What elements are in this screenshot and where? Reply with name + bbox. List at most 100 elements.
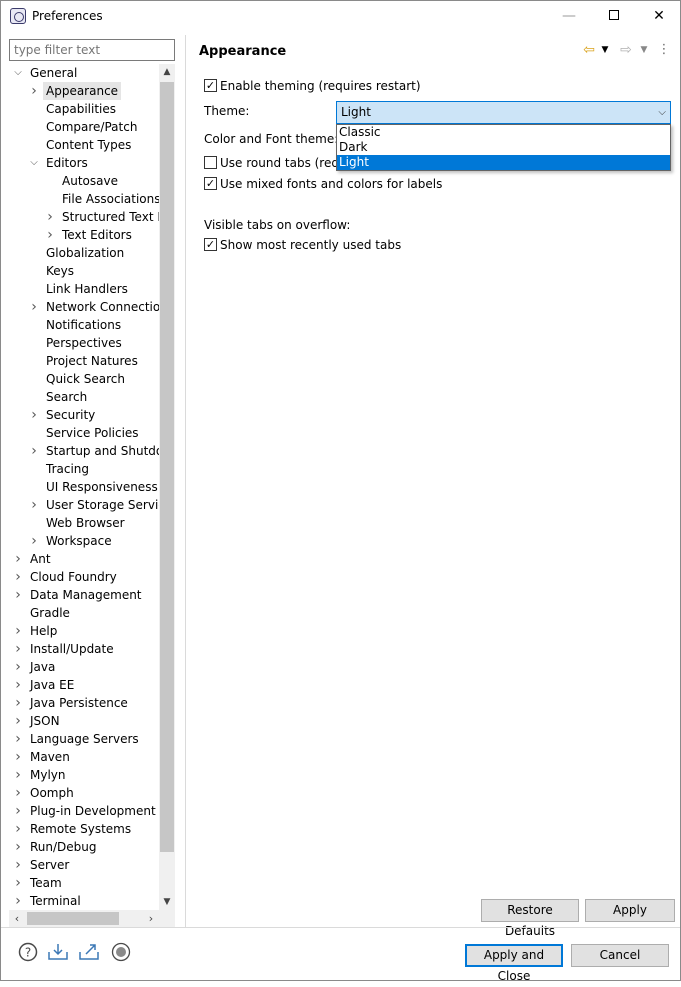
tree-item-appearance[interactable]: › Appearance [9,82,159,100]
help-icon[interactable]: ? [17,942,39,964]
chevron-right-icon[interactable]: › [13,766,23,784]
chevron-right-icon[interactable]: › [13,640,23,658]
chevron-right-icon[interactable]: › [13,712,23,730]
tree-item-json[interactable]: › JSON [9,712,159,730]
tree-item-link-handlers[interactable]: Link Handlers [9,280,159,298]
tree-item-security[interactable]: › Security [9,406,159,424]
chevron-right-icon[interactable]: › [13,550,23,568]
tree-item-java[interactable]: › Java [9,658,159,676]
theme-option-light[interactable]: Light [337,155,670,170]
tree-item-capabilities[interactable]: Capabilities [9,100,159,118]
chevron-down-icon[interactable]: ⌵ [13,64,23,82]
chevron-right-icon[interactable]: › [13,676,23,694]
chevron-right-icon[interactable]: › [13,856,23,874]
scroll-down-icon[interactable]: ▼ [159,894,175,910]
tree-item-server[interactable]: › Server [9,856,159,874]
tree-item-perspectives[interactable]: Perspectives [9,334,159,352]
chevron-right-icon[interactable]: › [29,82,39,100]
scroll-up-icon[interactable]: ▲ [159,64,175,80]
tree-item-compare-patch[interactable]: Compare/Patch [9,118,159,136]
chevron-right-icon[interactable]: › [29,442,39,460]
export-icon[interactable] [78,942,100,964]
scroll-left-icon[interactable]: ‹ [9,910,25,927]
apply-and-close-button[interactable]: Apply and Close [465,944,563,983]
tree-item-structured-text-ec[interactable]: › Structured Text Ec [9,208,159,226]
tree-item-help[interactable]: › Help [9,622,159,640]
chevron-down-icon[interactable]: ⌵ [29,154,39,172]
filter-input[interactable] [9,39,175,61]
chevron-right-icon[interactable]: › [13,730,23,748]
chevron-right-icon[interactable]: › [13,568,23,586]
tree-item-search[interactable]: Search [9,388,159,406]
chevron-right-icon[interactable]: › [29,406,39,424]
tree-item-language-servers[interactable]: › Language Servers [9,730,159,748]
forward-menu-chevron-icon[interactable]: ▼ [639,41,649,59]
back-menu-chevron-icon[interactable]: ▼ [600,41,610,59]
tree-item-globalization[interactable]: Globalization [9,244,159,262]
forward-arrow-icon[interactable]: ⇨ [617,41,635,59]
tree-item-startup-and-shutdow[interactable]: › Startup and Shutdow [9,442,159,460]
import-icon[interactable] [47,942,69,964]
tree-item-gradle[interactable]: Gradle [9,604,159,622]
chevron-right-icon[interactable]: › [13,892,23,910]
scroll-right-icon[interactable]: › [143,910,159,927]
tree-item-tracing[interactable]: Tracing [9,460,159,478]
tree-item-content-types[interactable]: Content Types [9,136,159,154]
tree-item-remote-systems[interactable]: › Remote Systems [9,820,159,838]
view-menu-icon[interactable]: ⋮ [657,41,671,59]
chevron-right-icon[interactable]: › [13,820,23,838]
chevron-right-icon[interactable]: › [29,298,39,316]
tree-item-file-associations[interactable]: File Associations [9,190,159,208]
chevron-right-icon[interactable]: › [45,208,55,226]
chevron-down-icon[interactable]: ⌵ [658,102,666,123]
tree-item-ant[interactable]: › Ant [9,550,159,568]
tree-item-install-update[interactable]: › Install/Update [9,640,159,658]
tree-item-service-policies[interactable]: Service Policies [9,424,159,442]
chevron-right-icon[interactable]: › [13,784,23,802]
chevron-right-icon[interactable]: › [13,874,23,892]
close-button[interactable]: ✕ [636,1,681,31]
tree-item-maven[interactable]: › Maven [9,748,159,766]
chevron-right-icon[interactable]: › [29,496,39,514]
tree-item-web-browser[interactable]: Web Browser [9,514,159,532]
back-arrow-icon[interactable]: ⇦ [580,41,598,59]
maximize-button[interactable] [591,1,637,31]
tree-item-team[interactable]: › Team [9,874,159,892]
tree-item-java-ee[interactable]: › Java EE [9,676,159,694]
tree-item-user-storage-service[interactable]: › User Storage Service [9,496,159,514]
tree-vertical-scrollbar[interactable]: ▲ ▼ [159,64,175,910]
chevron-right-icon[interactable]: › [13,838,23,856]
tree-item-terminal[interactable]: › Terminal [9,892,159,910]
chevron-right-icon[interactable]: › [13,586,23,604]
tree-item-mylyn[interactable]: › Mylyn [9,766,159,784]
tree-item-project-natures[interactable]: Project Natures [9,352,159,370]
tree-item-general[interactable]: ⌵ General [9,64,159,82]
tree-item-editors[interactable]: ⌵ Editors [9,154,159,172]
tree-item-plug-in-development[interactable]: › Plug-in Development [9,802,159,820]
theme-combo[interactable]: Light ⌵ [336,101,671,124]
scroll-thumb[interactable] [160,82,174,852]
minimize-button[interactable]: — [546,1,592,31]
theme-option-dark[interactable]: Dark [337,140,670,155]
checkbox-checked-icon[interactable]: ✓ [204,238,217,251]
tree-item-keys[interactable]: Keys [9,262,159,280]
chevron-right-icon[interactable]: › [13,748,23,766]
chevron-right-icon[interactable]: › [45,226,55,244]
tree-horizontal-scrollbar[interactable]: ‹ › [9,910,159,927]
checkbox-checked-icon[interactable]: ✓ [204,177,217,190]
tree-item-text-editors[interactable]: › Text Editors [9,226,159,244]
restore-defaults-button[interactable]: Restore Defaults [481,899,579,938]
tree-item-network-connection[interactable]: › Network Connection: [9,298,159,316]
tree-item-run-debug[interactable]: › Run/Debug [9,838,159,856]
cancel-button[interactable]: Cancel [571,944,669,967]
hscroll-thumb[interactable] [27,912,119,925]
tree-item-quick-search[interactable]: Quick Search [9,370,159,388]
tree-item-java-persistence[interactable]: › Java Persistence [9,694,159,712]
checkbox-unchecked-icon[interactable] [204,156,217,169]
tree-item-ui-responsiveness-m[interactable]: UI Responsiveness M [9,478,159,496]
chevron-right-icon[interactable]: › [13,694,23,712]
record-icon[interactable] [110,942,132,964]
checkbox-checked-icon[interactable]: ✓ [204,79,217,92]
chevron-right-icon[interactable]: › [13,802,23,820]
tree-item-data-management[interactable]: › Data Management [9,586,159,604]
